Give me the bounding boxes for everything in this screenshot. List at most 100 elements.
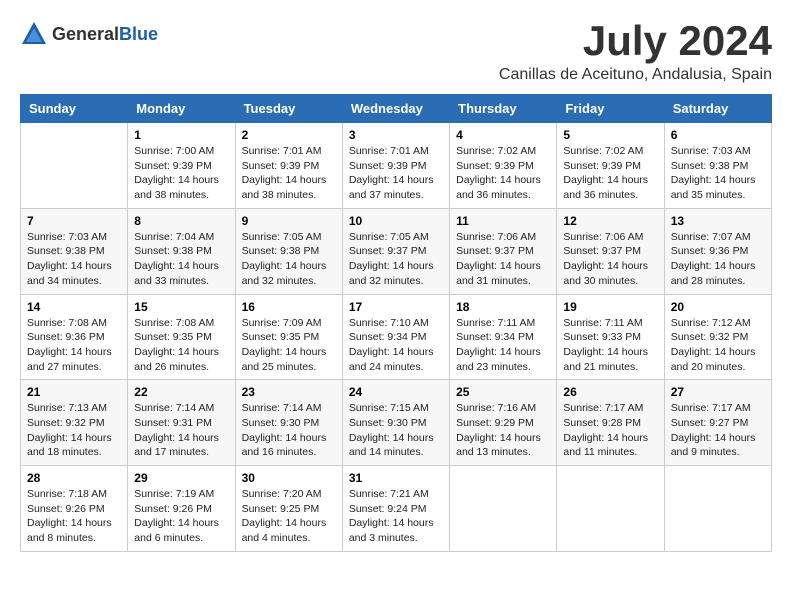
calendar-cell: 26 Sunrise: 7:17 AMSunset: 9:28 PMDayligh…: [557, 380, 664, 466]
day-info: Sunrise: 7:18 AMSunset: 9:26 PMDaylight:…: [27, 487, 121, 546]
calendar-cell: 28 Sunrise: 7:18 AMSunset: 9:26 PMDayligh…: [21, 466, 128, 552]
title-section: July 2024 Canillas de Aceituno, Andalusi…: [499, 20, 772, 84]
calendar-cell: 21 Sunrise: 7:13 AMSunset: 9:32 PMDayligh…: [21, 380, 128, 466]
calendar-header-row: SundayMondayTuesdayWednesdayThursdayFrid…: [21, 95, 772, 123]
calendar-cell: 16Sunrise: 7:09 AMSunset: 9:35 PMDayligh…: [235, 294, 342, 380]
day-info: Sunrise: 7:02 AMSunset: 9:39 PMDaylight:…: [456, 144, 550, 203]
day-number: 11: [456, 214, 550, 228]
calendar-cell: 23Sunrise: 7:14 AMSunset: 9:30 PMDayligh…: [235, 380, 342, 466]
day-number: 15: [134, 300, 228, 314]
day-info: Sunrise: 7:19 AMSunset: 9:26 PMDaylight:…: [134, 487, 228, 546]
day-number: 28: [27, 471, 121, 485]
logo-text: GeneralBlue: [52, 24, 158, 45]
logo-blue: Blue: [119, 24, 158, 44]
day-number: 12: [563, 214, 657, 228]
calendar-week-row: 28 Sunrise: 7:18 AMSunset: 9:26 PMDayligh…: [21, 466, 772, 552]
calendar-cell: 29Sunrise: 7:19 AMSunset: 9:26 PMDayligh…: [128, 466, 235, 552]
day-number: 17: [349, 300, 443, 314]
day-info: Sunrise: 7:16 AMSunset: 9:29 PMDaylight:…: [456, 401, 550, 460]
day-number: 1: [134, 128, 228, 142]
calendar-cell: 19Sunrise: 7:11 AMSunset: 9:33 PMDayligh…: [557, 294, 664, 380]
calendar-cell: [21, 123, 128, 209]
day-info: Sunrise: 7:05 AMSunset: 9:38 PMDaylight:…: [242, 230, 336, 289]
calendar-cell: 4 Sunrise: 7:02 AMSunset: 9:39 PMDaylight…: [450, 123, 557, 209]
day-info: Sunrise: 7:05 AMSunset: 9:37 PMDaylight:…: [349, 230, 443, 289]
day-number: 19: [563, 300, 657, 314]
page-header: GeneralBlue July 2024 Canillas de Aceitu…: [20, 20, 772, 84]
day-number: 20: [671, 300, 765, 314]
calendar-cell: 10 Sunrise: 7:05 AMSunset: 9:37 PMDayligh…: [342, 208, 449, 294]
day-number: 3: [349, 128, 443, 142]
calendar-cell: 17 Sunrise: 7:10 AMSunset: 9:34 PMDayligh…: [342, 294, 449, 380]
day-number: 27: [671, 385, 765, 399]
day-number: 23: [242, 385, 336, 399]
calendar-table: SundayMondayTuesdayWednesdayThursdayFrid…: [20, 94, 772, 552]
month-title: July 2024: [499, 20, 772, 62]
day-info: Sunrise: 7:20 AMSunset: 9:25 PMDaylight:…: [242, 487, 336, 546]
day-info: Sunrise: 7:13 AMSunset: 9:32 PMDaylight:…: [27, 401, 121, 460]
calendar-day-header: Friday: [557, 95, 664, 123]
calendar-day-header: Wednesday: [342, 95, 449, 123]
day-number: 10: [349, 214, 443, 228]
day-number: 8: [134, 214, 228, 228]
logo-general: General: [52, 24, 119, 44]
calendar-week-row: 14Sunrise: 7:08 AMSunset: 9:36 PMDayligh…: [21, 294, 772, 380]
day-info: Sunrise: 7:06 AMSunset: 9:37 PMDaylight:…: [456, 230, 550, 289]
calendar-week-row: 7Sunrise: 7:03 AMSunset: 9:38 PMDaylight…: [21, 208, 772, 294]
calendar-cell: 1 Sunrise: 7:00 AMSunset: 9:39 PMDaylight…: [128, 123, 235, 209]
day-info: Sunrise: 7:01 AMSunset: 9:39 PMDaylight:…: [242, 144, 336, 203]
day-info: Sunrise: 7:06 AMSunset: 9:37 PMDaylight:…: [563, 230, 657, 289]
day-number: 9: [242, 214, 336, 228]
day-number: 25: [456, 385, 550, 399]
day-info: Sunrise: 7:12 AMSunset: 9:32 PMDaylight:…: [671, 316, 765, 375]
day-info: Sunrise: 7:02 AMSunset: 9:39 PMDaylight:…: [563, 144, 657, 203]
calendar-cell: 2 Sunrise: 7:01 AMSunset: 9:39 PMDaylight…: [235, 123, 342, 209]
calendar-cell: 3 Sunrise: 7:01 AMSunset: 9:39 PMDaylight…: [342, 123, 449, 209]
calendar-week-row: 21 Sunrise: 7:13 AMSunset: 9:32 PMDayligh…: [21, 380, 772, 466]
day-number: 16: [242, 300, 336, 314]
day-number: 5: [563, 128, 657, 142]
day-number: 30: [242, 471, 336, 485]
day-info: Sunrise: 7:11 AMSunset: 9:34 PMDaylight:…: [456, 316, 550, 375]
day-info: Sunrise: 7:07 AMSunset: 9:36 PMDaylight:…: [671, 230, 765, 289]
day-info: Sunrise: 7:08 AMSunset: 9:35 PMDaylight:…: [134, 316, 228, 375]
calendar-week-row: 1 Sunrise: 7:00 AMSunset: 9:39 PMDaylight…: [21, 123, 772, 209]
day-info: Sunrise: 7:21 AMSunset: 9:24 PMDaylight:…: [349, 487, 443, 546]
calendar-day-header: Sunday: [21, 95, 128, 123]
day-number: 21: [27, 385, 121, 399]
day-info: Sunrise: 7:17 AMSunset: 9:27 PMDaylight:…: [671, 401, 765, 460]
day-info: Sunrise: 7:10 AMSunset: 9:34 PMDaylight:…: [349, 316, 443, 375]
calendar-cell: 14Sunrise: 7:08 AMSunset: 9:36 PMDayligh…: [21, 294, 128, 380]
day-info: Sunrise: 7:04 AMSunset: 9:38 PMDaylight:…: [134, 230, 228, 289]
day-number: 24: [349, 385, 443, 399]
calendar-cell: 15 Sunrise: 7:08 AMSunset: 9:35 PMDayligh…: [128, 294, 235, 380]
calendar-day-header: Monday: [128, 95, 235, 123]
calendar-cell: [450, 466, 557, 552]
calendar-cell: 25 Sunrise: 7:16 AMSunset: 9:29 PMDayligh…: [450, 380, 557, 466]
calendar-cell: 8 Sunrise: 7:04 AMSunset: 9:38 PMDaylight…: [128, 208, 235, 294]
location-title: Canillas de Aceituno, Andalusia, Spain: [499, 66, 772, 84]
calendar-cell: 5 Sunrise: 7:02 AMSunset: 9:39 PMDaylight…: [557, 123, 664, 209]
calendar-cell: 6Sunrise: 7:03 AMSunset: 9:38 PMDaylight…: [664, 123, 771, 209]
calendar-cell: 31 Sunrise: 7:21 AMSunset: 9:24 PMDayligh…: [342, 466, 449, 552]
calendar-cell: 7Sunrise: 7:03 AMSunset: 9:38 PMDaylight…: [21, 208, 128, 294]
day-number: 26: [563, 385, 657, 399]
calendar-day-header: Thursday: [450, 95, 557, 123]
calendar-cell: 30 Sunrise: 7:20 AMSunset: 9:25 PMDayligh…: [235, 466, 342, 552]
calendar-cell: [557, 466, 664, 552]
calendar-day-header: Tuesday: [235, 95, 342, 123]
calendar-cell: 12 Sunrise: 7:06 AMSunset: 9:37 PMDayligh…: [557, 208, 664, 294]
calendar-cell: [664, 466, 771, 552]
calendar-cell: 18Sunrise: 7:11 AMSunset: 9:34 PMDayligh…: [450, 294, 557, 380]
day-number: 2: [242, 128, 336, 142]
day-info: Sunrise: 7:17 AMSunset: 9:28 PMDaylight:…: [563, 401, 657, 460]
day-info: Sunrise: 7:01 AMSunset: 9:39 PMDaylight:…: [349, 144, 443, 203]
calendar-cell: 24 Sunrise: 7:15 AMSunset: 9:30 PMDayligh…: [342, 380, 449, 466]
day-info: Sunrise: 7:00 AMSunset: 9:39 PMDaylight:…: [134, 144, 228, 203]
day-number: 31: [349, 471, 443, 485]
logo-icon: [20, 20, 48, 48]
day-number: 4: [456, 128, 550, 142]
day-info: Sunrise: 7:08 AMSunset: 9:36 PMDaylight:…: [27, 316, 121, 375]
calendar-cell: 9 Sunrise: 7:05 AMSunset: 9:38 PMDaylight…: [235, 208, 342, 294]
day-info: Sunrise: 7:15 AMSunset: 9:30 PMDaylight:…: [349, 401, 443, 460]
